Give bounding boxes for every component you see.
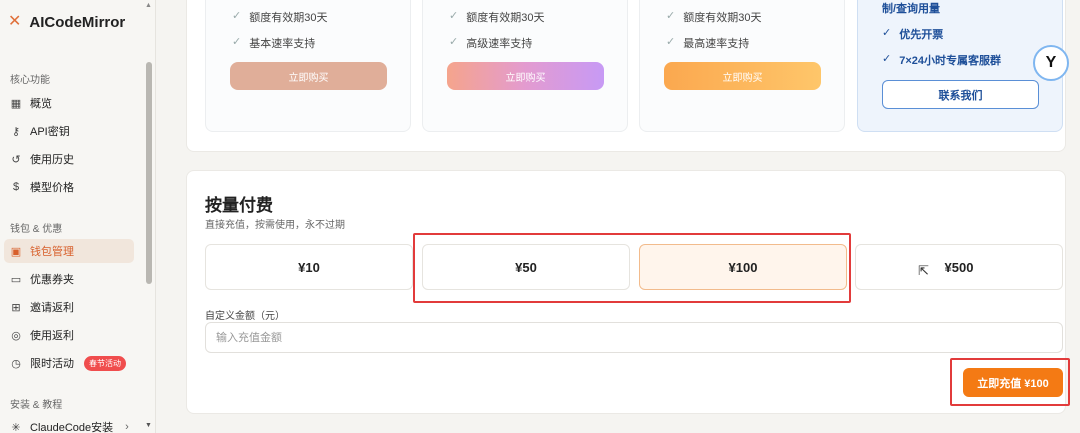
grid-icon: ▦: [10, 97, 22, 110]
amount-option-500[interactable]: ¥500: [855, 244, 1063, 290]
timer-icon: ◷: [11, 357, 21, 370]
sun-icon: ✳: [11, 421, 21, 433]
sidebar-item-wallet[interactable]: ▣ 钱包管理: [4, 239, 134, 263]
coins-icon: ◎: [11, 329, 21, 342]
history-icon: ↺: [11, 153, 21, 166]
sidebar-item-limited-events[interactable]: ◷ 限时活动 春节活动: [4, 351, 134, 375]
plan-card-pro: ✓ 额度有效期30天 ✓ 最高速率支持 立即购买: [639, 0, 845, 132]
sidebar-item-claudecode-install[interactable]: ✳ ClaudeCode安装 ›: [4, 415, 134, 433]
sidebar-item-label: ClaudeCode安装: [30, 422, 114, 433]
plans-panel: ✓ 额度有效期30天 ✓ 基本速率支持 立即购买 ✓ 额度有效期30天 ✓ 高级速率支持…: [186, 0, 1066, 152]
amount-option-10[interactable]: ¥10: [205, 244, 413, 290]
sidebar-item-label: 使用返利: [30, 330, 74, 342]
check-icon: ✓: [882, 53, 892, 65]
check-icon: ✓: [666, 36, 676, 48]
plan-card-enterprise: 制/查询用量 ✓ 优先开票 ✓ 7×24小时专属客服群 联系我们: [857, 0, 1063, 132]
brand[interactable]: ✕ AICodeMirror: [8, 12, 125, 32]
plan-card-advanced: ✓ 额度有效期30天 ✓ 高级速率支持 立即购买: [422, 0, 628, 132]
sidebar-item-usage-rebate[interactable]: ◎ 使用返利: [4, 323, 134, 347]
plan-feature: ✓ 最高速率支持: [666, 36, 750, 50]
enterprise-feature: ✓ 7×24小时专属客服群: [882, 53, 1001, 67]
sidebar-item-label: 模型价格: [30, 182, 74, 194]
buy-button-basic[interactable]: 立即购买: [230, 62, 387, 90]
highlight-box-recharge: [950, 358, 1070, 406]
enterprise-feature: 制/查询用量: [882, 3, 941, 15]
sidebar-item-label: 优惠券夹: [30, 274, 74, 286]
check-icon: ✓: [232, 10, 242, 22]
page-subtitle: 直接充值，按需使用，永不过期: [205, 220, 345, 231]
enterprise-feature: ✓ 优先开票: [882, 27, 944, 41]
section-title-core: 核心功能: [10, 75, 50, 86]
plan-feature: ✓ 额度有效期30天: [232, 10, 328, 24]
key-icon: ⚷: [11, 125, 21, 138]
sidebar-item-label: API密钥: [30, 126, 70, 138]
scroll-down-icon[interactable]: ▼: [145, 422, 152, 429]
chevron-right-icon: ›: [125, 421, 129, 433]
check-icon: ✓: [882, 27, 892, 39]
close-x-icon[interactable]: ✕: [8, 12, 21, 32]
scroll-up-icon[interactable]: ▲: [145, 2, 152, 9]
section-title-wallet: 钱包 & 优惠: [10, 224, 63, 235]
gift-icon: ⊞: [11, 301, 21, 314]
sidebar-item-label: 概览: [30, 98, 52, 110]
brand-name: AICodeMirror: [29, 13, 126, 31]
floating-assistant-icon[interactable]: Y: [1033, 45, 1069, 81]
plan-feature: ✓ 额度有效期30天: [449, 10, 545, 24]
sidebar-item-history[interactable]: ↺ 使用历史: [4, 147, 134, 171]
page-title: 按量付费: [205, 196, 273, 215]
sidebar-item-label: 邀请返利: [30, 302, 74, 314]
section-title-install: 安装 & 教程: [10, 400, 63, 411]
check-icon: ✓: [232, 36, 242, 48]
plan-feature: ✓ 基本速率支持: [232, 36, 316, 50]
highlight-box-amounts: [413, 233, 851, 303]
mouse-cursor-icon: ⇱: [918, 263, 929, 278]
check-icon: ✓: [449, 36, 459, 48]
custom-amount-label: 自定义金额（元）: [205, 311, 285, 322]
sidebar-item-api-keys[interactable]: ⚷ API密钥: [4, 119, 134, 143]
sidebar-item-label: 钱包管理: [30, 246, 74, 258]
buy-button-advanced[interactable]: 立即购买: [447, 62, 604, 90]
check-icon: ✓: [666, 10, 676, 22]
sidebar-scrollbar[interactable]: [146, 62, 152, 284]
contact-us-button[interactable]: 联系我们: [882, 80, 1039, 109]
dollar-icon: $: [12, 181, 20, 193]
sidebar-item-label: 使用历史: [30, 154, 74, 166]
plan-card-basic: ✓ 额度有效期30天 ✓ 基本速率支持 立即购买: [205, 0, 411, 132]
sidebar-item-invite-rebate[interactable]: ⊞ 邀请返利: [4, 295, 134, 319]
sidebar-item-model-pricing[interactable]: $ 模型价格: [4, 175, 134, 199]
event-badge: 春节活动: [84, 355, 126, 371]
buy-button-pro[interactable]: 立即购买: [664, 62, 821, 90]
sidebar-item-overview[interactable]: ▦ 概览: [4, 91, 134, 115]
check-icon: ✓: [449, 10, 459, 22]
wallet-icon: ▣: [10, 245, 22, 258]
sidebar: ✕ AICodeMirror 核心功能 ▦ 概览 ⚷ API密钥 ↺ 使用历史 …: [0, 0, 156, 433]
custom-amount-input[interactable]: [205, 322, 1063, 353]
plan-feature: ✓ 高级速率支持: [449, 36, 533, 50]
plan-feature: ✓ 额度有效期30天: [666, 10, 762, 24]
sidebar-item-coupons[interactable]: ▭ 优惠券夹: [4, 267, 134, 291]
ticket-icon: ▭: [10, 273, 22, 286]
sidebar-item-label: 限时活动: [30, 358, 74, 370]
